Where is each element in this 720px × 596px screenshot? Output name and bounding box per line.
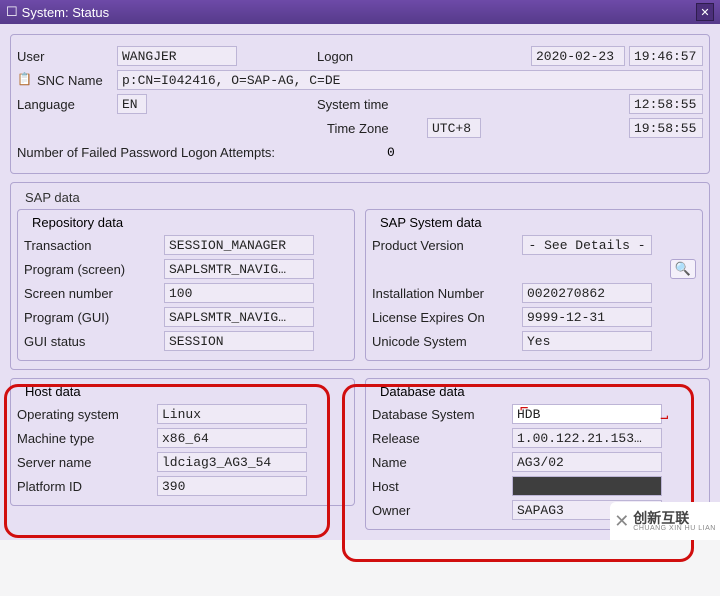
window-icon: ☐: [6, 4, 18, 20]
program-screen-value: SAPLSMTR_NAVIG…: [164, 259, 314, 279]
product-version-value[interactable]: - See Details -: [522, 235, 652, 255]
failed-value: 0: [387, 145, 395, 160]
program-screen-label: Program (screen): [24, 262, 164, 277]
watermark-sub: CHUANG XIN HU LIAN: [633, 525, 716, 532]
user-value: WANGJER: [117, 46, 237, 66]
systime-value: 12:58:55: [629, 94, 703, 114]
watermark-brand: 创新互联: [633, 511, 716, 525]
platform-id-value: 390: [157, 476, 307, 496]
logon-label: Logon: [317, 49, 407, 64]
machine-type-value: x86_64: [157, 428, 307, 448]
db-name-label: Name: [372, 455, 512, 470]
transaction-value: SESSION_MANAGER: [164, 235, 314, 255]
sap-system-legend: SAP System data: [376, 215, 486, 230]
logon-time-value: 19:46:57: [629, 46, 703, 66]
os-label: Operating system: [17, 407, 157, 422]
close-icon: ✕: [700, 6, 709, 19]
repository-legend: Repository data: [28, 215, 127, 230]
sap-data-legend: SAP data: [21, 190, 84, 205]
license-expires-label: License Expires On: [372, 310, 522, 325]
sap-system-data-group: SAP System data Product Version- See Det…: [365, 209, 703, 361]
host-data-group: Host data Operating systemLinux Machine …: [10, 378, 355, 506]
server-name-value: ldciag3_AG3_54: [157, 452, 307, 472]
main-area: User WANGJER Logon 2020-02-23 19:46:57 📋…: [0, 24, 720, 540]
snc-value: p:CN=I042416, O=SAP-AG, C=DE: [117, 70, 703, 90]
selection-marker-right-icon: ⌐: [660, 409, 668, 425]
release-label: Release: [372, 431, 512, 446]
user-label: User: [17, 49, 117, 64]
sap-data-group: SAP data Repository data TransactionSESS…: [10, 182, 710, 370]
magnifier-icon: 🔍: [675, 261, 691, 277]
db-system-value[interactable]: HDB: [512, 404, 662, 424]
unicode-system-value: Yes: [522, 331, 652, 351]
close-button[interactable]: ✕: [696, 3, 714, 21]
gui-status-value: SESSION: [164, 331, 314, 351]
snc-label: SNC Name: [37, 73, 117, 88]
repository-data-group: Repository data TransactionSESSION_MANAG…: [17, 209, 355, 361]
language-value: EN: [117, 94, 147, 114]
installation-number-value: 0020270862: [522, 283, 652, 303]
transaction-label: Transaction: [24, 238, 164, 253]
snc-icon: 📋: [17, 72, 33, 88]
installation-number-label: Installation Number: [372, 286, 522, 301]
server-name-label: Server name: [17, 455, 157, 470]
db-host-value: [512, 476, 662, 496]
os-value: Linux: [157, 404, 307, 424]
timezone-time-value: 19:58:55: [629, 118, 703, 138]
watermark-logo-icon: ✕: [614, 511, 629, 532]
program-gui-value: SAPLSMTR_NAVIG…: [164, 307, 314, 327]
machine-type-label: Machine type: [17, 431, 157, 446]
gui-status-label: GUI status: [24, 334, 164, 349]
details-button[interactable]: 🔍: [670, 259, 696, 279]
timezone-value: UTC+8: [427, 118, 481, 138]
screen-number-label: Screen number: [24, 286, 164, 301]
database-data-legend: Database data: [376, 384, 469, 399]
db-system-label: Database System: [372, 407, 512, 422]
language-label: Language: [17, 97, 117, 112]
general-info-group: User WANGJER Logon 2020-02-23 19:46:57 📋…: [10, 34, 710, 174]
unicode-system-label: Unicode System: [372, 334, 522, 349]
product-version-label: Product Version: [372, 238, 522, 253]
watermark: ✕ 创新互联 CHUANG XIN HU LIAN: [610, 502, 720, 540]
host-data-legend: Host data: [21, 384, 85, 399]
license-expires-value: 9999-12-31: [522, 307, 652, 327]
timezone-label: Time Zone: [327, 121, 427, 136]
systime-label: System time: [317, 97, 427, 112]
title-bar: ☐ System: Status ✕: [0, 0, 720, 24]
selection-marker-left-icon: ⌐: [520, 401, 528, 417]
window-title: System: Status: [22, 5, 109, 20]
program-gui-label: Program (GUI): [24, 310, 164, 325]
platform-id-label: Platform ID: [17, 479, 157, 494]
db-name-value: AG3/02: [512, 452, 662, 472]
screen-number-value: 100: [164, 283, 314, 303]
db-host-label: Host: [372, 479, 512, 494]
db-owner-label: Owner: [372, 503, 512, 518]
release-value: 1.00.122.21.153…: [512, 428, 662, 448]
failed-label: Number of Failed Password Logon Attempts…: [17, 145, 327, 160]
logon-date-value: 2020-02-23: [531, 46, 625, 66]
